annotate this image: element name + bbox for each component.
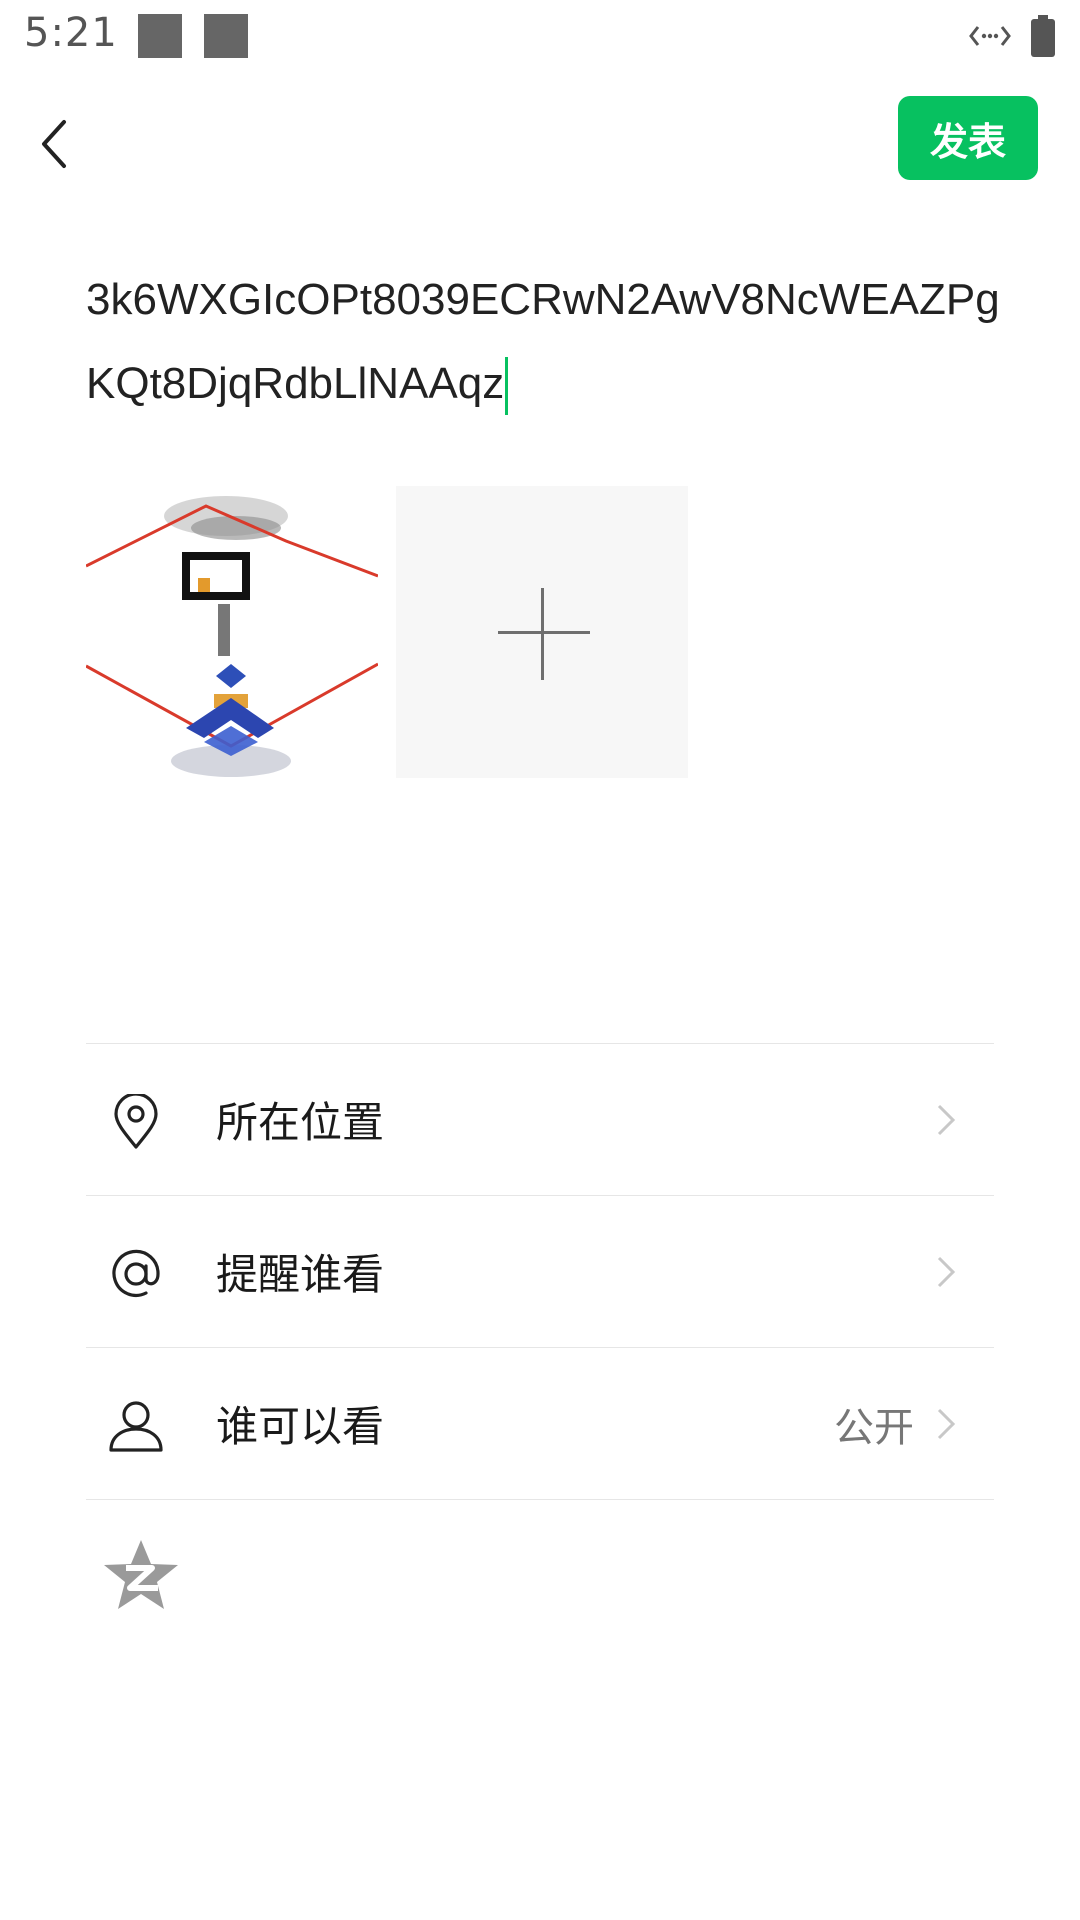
post-text-content: 3k6WXGIcOPt8039ECRwN2AwV8NcWEAZPgKQt8Djq… <box>86 275 1000 408</box>
notification-square-icon <box>204 14 248 58</box>
back-button[interactable] <box>30 106 78 182</box>
visibility-value: 公开 <box>834 1404 914 1451</box>
attached-image-picture <box>86 496 378 777</box>
image-grid <box>86 486 688 778</box>
visibility-label: 谁可以看 <box>216 1402 385 1451</box>
chevron-right-icon <box>937 1104 956 1136</box>
text-caret <box>505 357 509 416</box>
status-bar: 5:21 <box>0 0 1080 76</box>
status-time: 5:21 <box>24 10 118 56</box>
data-transfer-icon <box>969 26 1011 46</box>
chevron-left-icon <box>42 120 66 168</box>
chevron-right-icon <box>937 1256 956 1288</box>
location-pin-icon <box>114 1094 158 1149</box>
notification-square-icon <box>138 14 182 58</box>
publish-button[interactable]: 发表 <box>898 96 1038 180</box>
location-label: 所在位置 <box>216 1098 385 1147</box>
location-option[interactable]: 所在位置 <box>86 1044 994 1196</box>
chevron-right-icon <box>937 1408 956 1440</box>
at-sign-icon <box>112 1249 160 1297</box>
qzone-star-icon[interactable] <box>102 1538 180 1612</box>
person-icon <box>109 1401 163 1452</box>
visibility-option[interactable]: 谁可以看 公开 <box>86 1348 994 1500</box>
battery-icon <box>1031 15 1055 57</box>
mention-option[interactable]: 提醒谁看 <box>86 1196 994 1348</box>
attached-image[interactable] <box>86 486 378 778</box>
post-text-input[interactable]: 3k6WXGIcOPt8039ECRwN2AwV8NcWEAZPgKQt8Djq… <box>86 258 1006 426</box>
add-image-button[interactable] <box>396 486 688 778</box>
options-list: 所在位置 提醒谁看 谁可以看 公开 <box>86 1043 994 1500</box>
nav-bar: 发表 <box>0 76 1080 206</box>
mention-label: 提醒谁看 <box>216 1250 385 1299</box>
